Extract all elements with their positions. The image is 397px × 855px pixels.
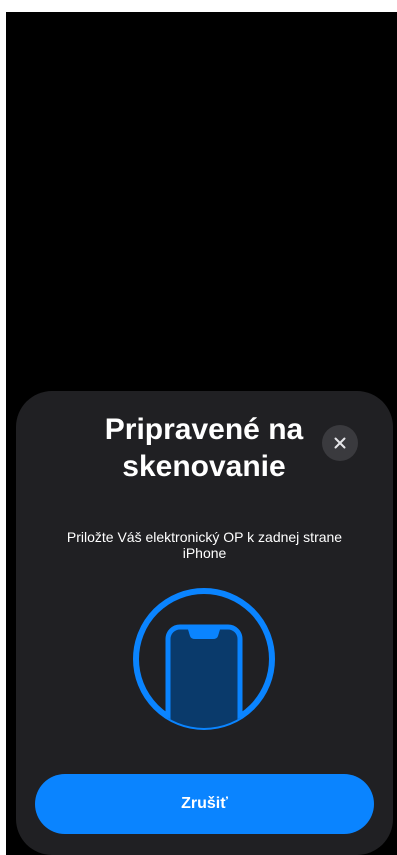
phone-scan-icon — [133, 588, 275, 730]
screen: Pripravené na skenovanie Priložte Váš el… — [6, 12, 397, 855]
sheet-subtitle: Priložte Váš elektronický OP k zadnej st… — [66, 529, 343, 561]
phone-notch — [188, 629, 220, 639]
close-button[interactable] — [322, 425, 358, 461]
sheet-title: Pripravené na skenovanie — [104, 413, 304, 483]
phone-outline — [165, 624, 243, 728]
scan-sheet: Pripravené na skenovanie Priložte Váš el… — [16, 391, 393, 855]
cancel-button[interactable]: Zrušiť — [35, 774, 374, 834]
close-icon — [334, 437, 346, 449]
